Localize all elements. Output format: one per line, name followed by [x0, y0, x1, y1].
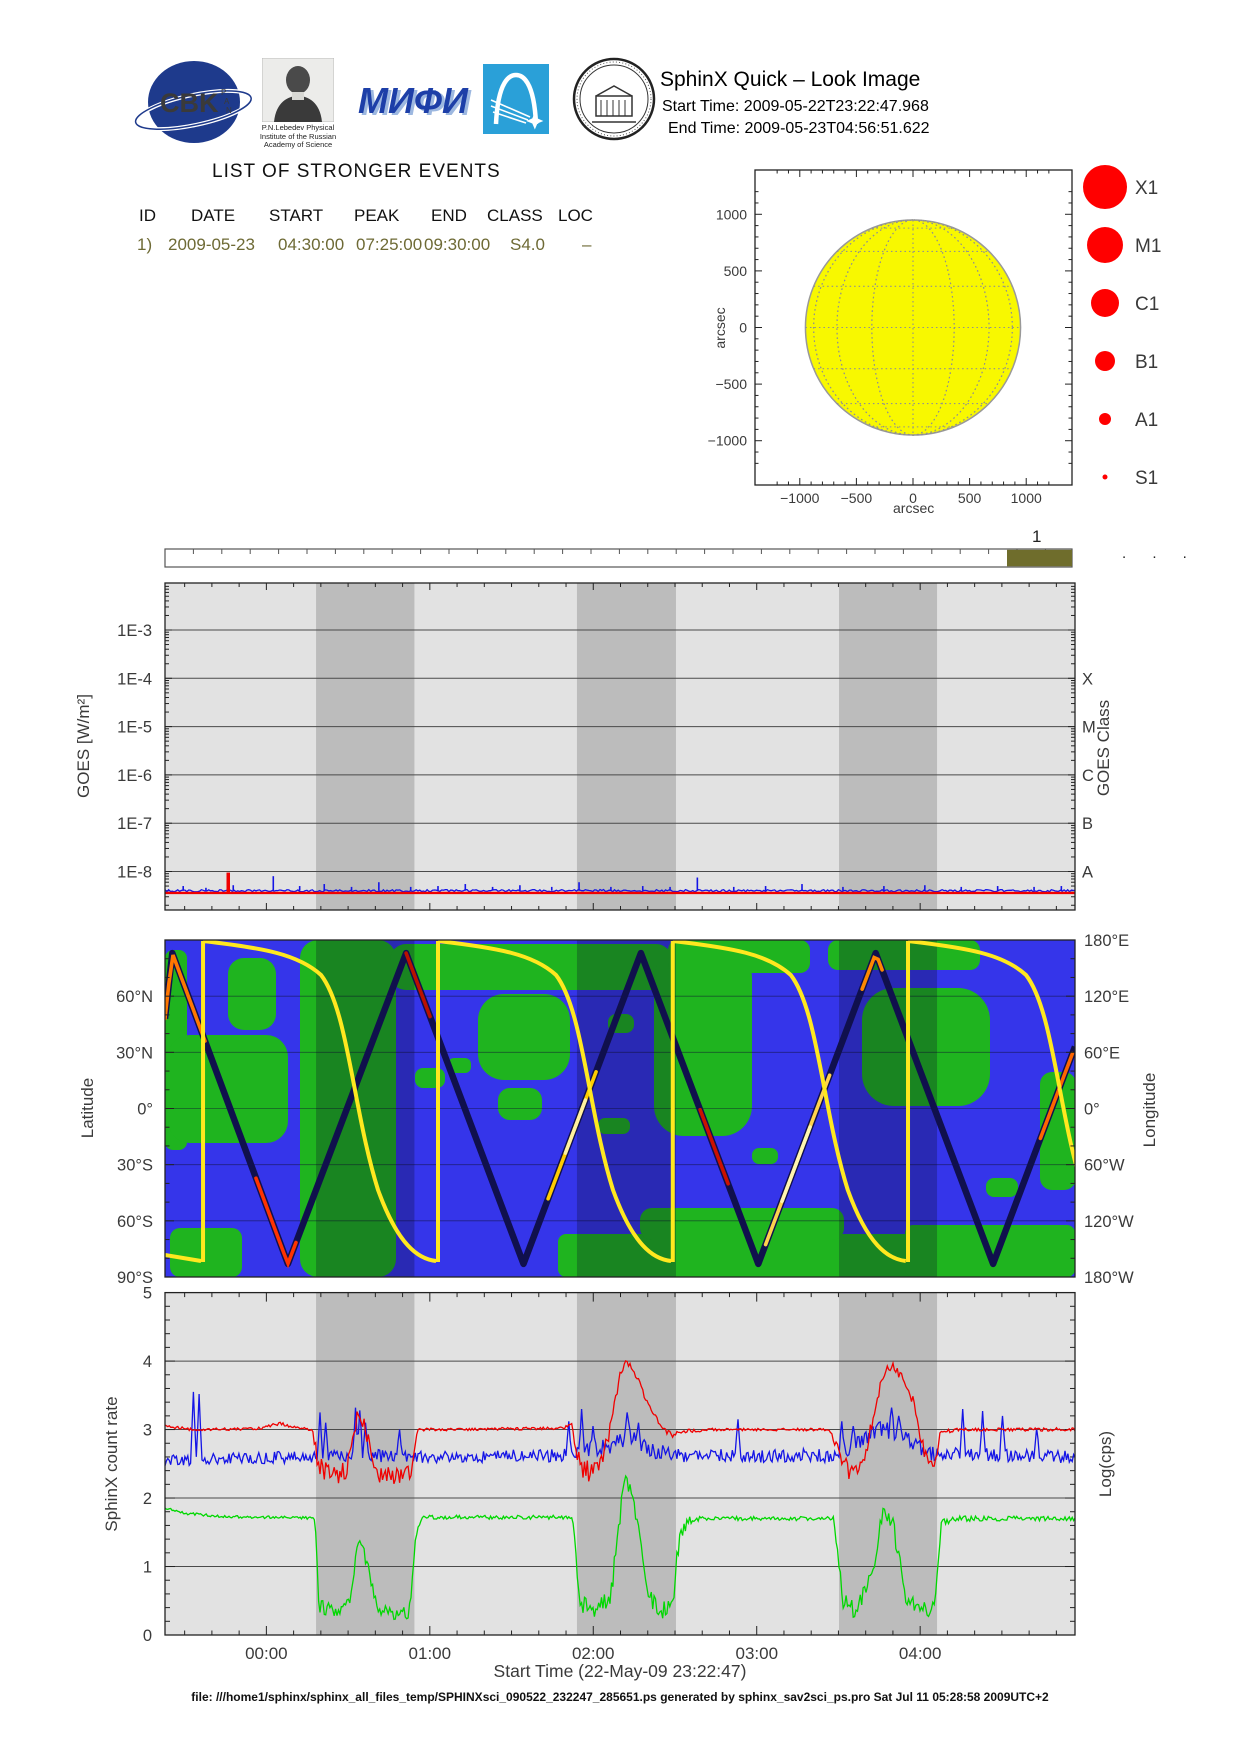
svg-text:−500: −500 — [841, 490, 873, 506]
svg-text:−1000: −1000 — [780, 490, 820, 506]
svg-text:500: 500 — [958, 490, 982, 506]
svg-text:B1: B1 — [1135, 352, 1158, 373]
latitude-label: Latitude — [78, 1078, 98, 1139]
goes-flux-plot: 1E-31E-41E-51E-61E-71E-8XMCBA — [117, 583, 1096, 910]
svg-text:X1: X1 — [1135, 178, 1158, 199]
svg-text:120°E: 120°E — [1084, 988, 1129, 1006]
svg-text:1E-8: 1E-8 — [117, 864, 152, 882]
count-rate-plot: 01234500:0001:0002:0003:0004:00 — [143, 1285, 1075, 1663]
svg-text:60°W: 60°W — [1084, 1157, 1125, 1175]
goes-class-label: GOES Class — [1094, 700, 1114, 796]
svg-text:C1: C1 — [1135, 294, 1159, 315]
svg-text:1000: 1000 — [716, 206, 747, 222]
time-x-axis-label: Start Time (22-May-09 23:22:47) — [494, 1661, 747, 1682]
sun-x-axis-label: arcsec — [893, 500, 934, 516]
svg-text:−500: −500 — [715, 376, 747, 392]
svg-text:0°: 0° — [1084, 1101, 1100, 1119]
svg-text:2: 2 — [143, 1490, 152, 1508]
svg-text:M1: M1 — [1135, 236, 1161, 257]
svg-text:0: 0 — [143, 1627, 152, 1645]
svg-text:0°: 0° — [137, 1101, 153, 1119]
svg-text:4: 4 — [143, 1353, 152, 1371]
svg-text:A1: A1 — [1135, 410, 1158, 431]
orbit-map-plot: 60°N30°N0°30°S60°S90°S180°E120°E60°E0°60… — [116, 932, 1141, 1287]
plots-canvas: −1000−5000500100010005000−500−1000 X1M1C… — [0, 0, 1240, 1754]
solar-disk-plot: −1000−5000500100010005000−500−1000 — [708, 170, 1072, 506]
svg-text:180°W: 180°W — [1084, 1269, 1134, 1287]
flare-class-legend: X1 M1 C1 B1 A1 S1 — [1083, 165, 1161, 489]
svg-text:60°E: 60°E — [1084, 1044, 1120, 1062]
svg-text:1000: 1000 — [1011, 490, 1042, 506]
footer-file-info: file: ///home1/sphinx/sphinx_all_files_t… — [191, 1690, 1048, 1704]
svg-text:60°N: 60°N — [116, 988, 153, 1006]
svg-text:B: B — [1082, 815, 1093, 833]
svg-text:30°N: 30°N — [116, 1044, 153, 1062]
svg-text:C: C — [1082, 767, 1094, 785]
longitude-label: Longitude — [1140, 1073, 1160, 1148]
goes-y-axis-label: GOES [W/m²] — [74, 694, 94, 798]
svg-text:1E-7: 1E-7 — [117, 815, 152, 833]
sun-y-axis-label: arcsec — [712, 307, 728, 348]
svg-text:5: 5 — [143, 1285, 152, 1303]
svg-text:04:00: 04:00 — [899, 1644, 942, 1663]
count-y-axis-label: SphinX count rate — [102, 1396, 122, 1531]
svg-text:1E-4: 1E-4 — [117, 670, 152, 688]
svg-text:500: 500 — [724, 263, 748, 279]
svg-text:1: 1 — [143, 1559, 152, 1577]
svg-text:30°S: 30°S — [117, 1157, 153, 1175]
logcps-label: Log(cps) — [1096, 1431, 1116, 1497]
svg-text:X: X — [1082, 670, 1093, 688]
timeline-more-dots: . . . — [1122, 545, 1198, 562]
svg-text:1E-6: 1E-6 — [117, 767, 152, 785]
svg-text:01:00: 01:00 — [409, 1644, 452, 1663]
svg-text:S1: S1 — [1135, 468, 1158, 489]
svg-text:1E-5: 1E-5 — [117, 719, 152, 737]
sphinx-quicklook-page: CBK P A N P.N.Lebedev Physical Institute… — [0, 0, 1240, 1754]
event-timeline-bar — [165, 549, 1072, 567]
svg-text:3: 3 — [143, 1422, 152, 1440]
svg-text:0: 0 — [739, 320, 747, 336]
svg-text:1E-3: 1E-3 — [117, 622, 152, 640]
svg-text:180°E: 180°E — [1084, 932, 1129, 950]
timeline-event-marker[interactable]: 1 — [1032, 527, 1041, 547]
svg-text:−1000: −1000 — [708, 433, 748, 449]
svg-text:A: A — [1082, 864, 1093, 882]
svg-text:60°S: 60°S — [117, 1213, 153, 1231]
svg-text:120°W: 120°W — [1084, 1213, 1134, 1231]
svg-text:00:00: 00:00 — [245, 1644, 288, 1663]
